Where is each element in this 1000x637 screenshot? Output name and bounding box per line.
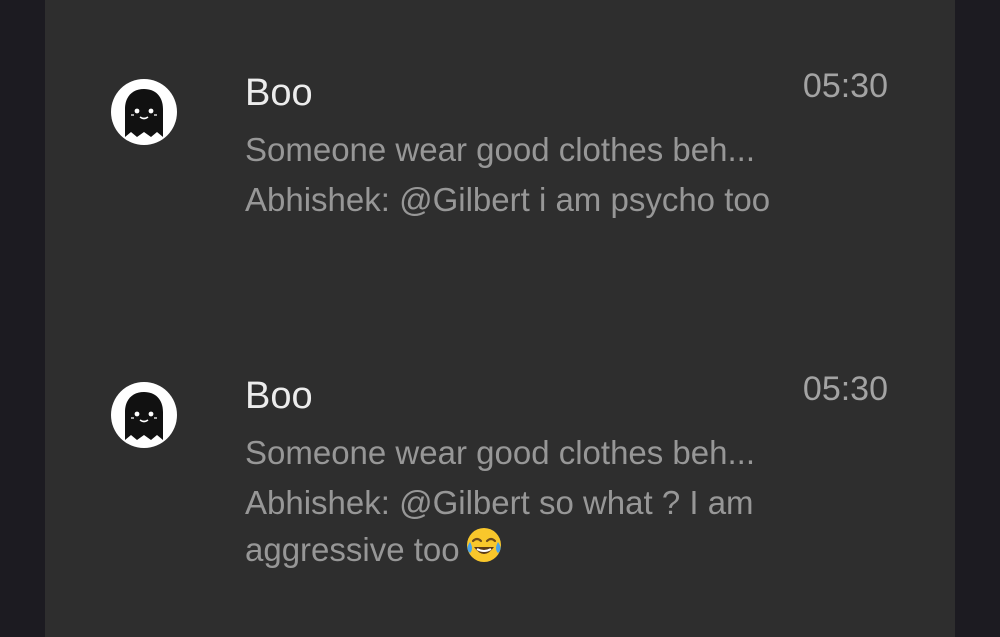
sender-name: Boo — [245, 72, 313, 114]
notification-time: 05:30 — [802, 67, 888, 105]
notification-item[interactable]: Boo 05:30 Someone wear good clothes beh.… — [45, 303, 955, 568]
group-preview: Someone wear good clothes beh... — [245, 434, 756, 471]
message-text: Abhishek: @Gilbert i am psycho too — [245, 181, 771, 218]
notification-item[interactable]: Boo 05:30 Someone wear good clothes beh.… — [45, 0, 955, 260]
message-preview: Abhishek: @Gilbert so what ? I am aggres… — [245, 481, 805, 576]
message-preview: Abhishek: @Gilbert i am psycho too — [245, 178, 805, 222]
face-with-tears-of-joy-icon — [464, 525, 504, 576]
notification-time: 05:30 — [802, 370, 888, 408]
ghost-icon — [111, 79, 177, 145]
notification-panel: Boo 05:30 Someone wear good clothes beh.… — [45, 0, 955, 637]
ghost-icon — [111, 382, 177, 448]
group-preview: Someone wear good clothes beh... — [245, 131, 756, 168]
sender-name: Boo — [245, 375, 313, 417]
